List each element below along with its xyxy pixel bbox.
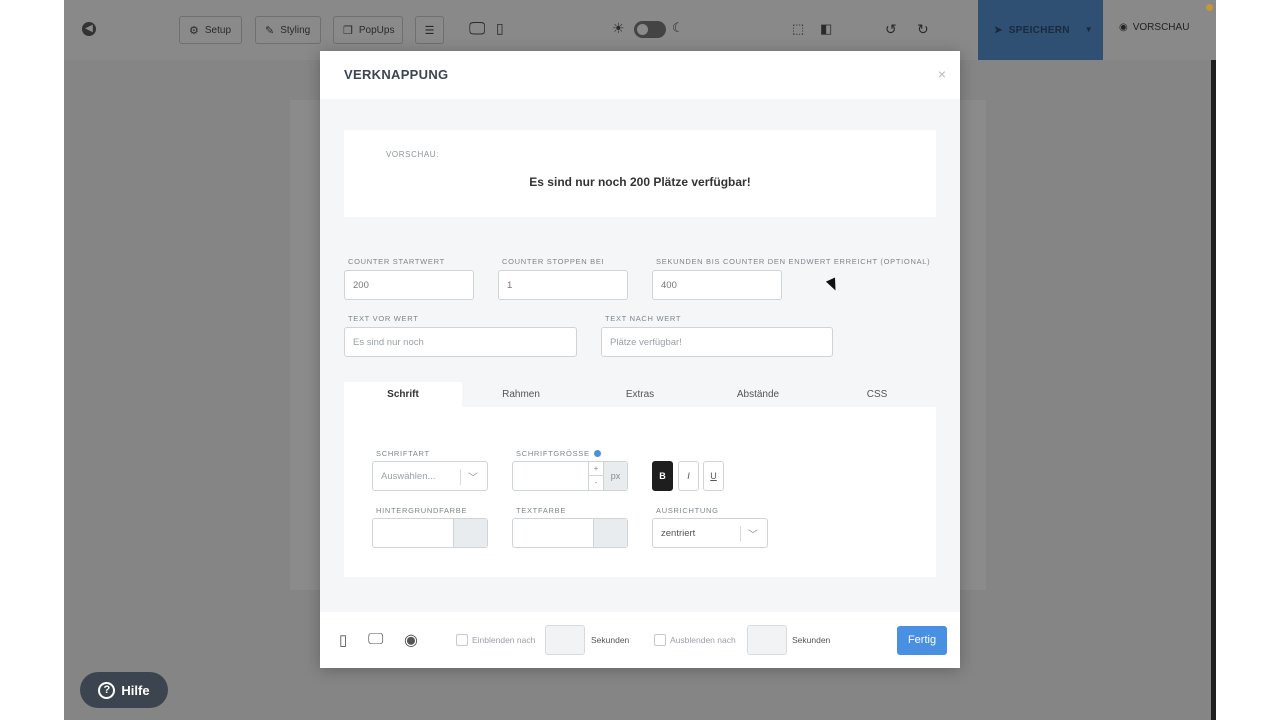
tab-rahmen[interactable]: Rahmen bbox=[462, 382, 580, 407]
question-icon: ? bbox=[98, 681, 116, 699]
alignment-select[interactable]: zentriert ﹀ bbox=[652, 518, 768, 548]
color-swatch[interactable] bbox=[453, 519, 487, 547]
increment-button[interactable]: + bbox=[588, 462, 603, 476]
select-frame-icon[interactable]: ⬚ bbox=[792, 21, 804, 37]
chevron-down-icon[interactable]: ▼ bbox=[1085, 25, 1093, 34]
preview-text: Es sind nur noch 200 Plätze verfügbar! bbox=[529, 175, 751, 189]
underline-button[interactable]: U bbox=[703, 461, 724, 491]
text-after-label: TEXT NACH WERT bbox=[605, 314, 682, 323]
sun-icon: ☀ bbox=[612, 20, 625, 36]
done-button[interactable]: Fertig bbox=[897, 626, 947, 655]
layout-icon[interactable]: ◧ bbox=[820, 21, 832, 37]
font-family-select[interactable]: Auswählen... ﹀ bbox=[372, 461, 488, 491]
hide-after-label: Ausblenden nach bbox=[670, 635, 736, 645]
list-icon: ☰ bbox=[424, 24, 435, 37]
font-tab-panel: SCHRIFTART Auswählen... ﹀ SCHRIFTGRÖSSE … bbox=[344, 407, 936, 577]
preview-button[interactable]: ◉ VORSCHAU bbox=[1119, 22, 1189, 33]
eye-icon: ◉ bbox=[1119, 22, 1128, 33]
counter-start-label: COUNTER STARTWERT bbox=[348, 257, 445, 266]
seconds-input[interactable] bbox=[652, 270, 782, 300]
close-icon[interactable]: × bbox=[938, 66, 946, 82]
eye-icon[interactable]: ◉ bbox=[404, 630, 418, 650]
gears-icon: ⚙ bbox=[189, 24, 199, 37]
text-color-input[interactable] bbox=[512, 518, 628, 548]
counter-stop-input[interactable] bbox=[498, 270, 628, 300]
list-button[interactable]: ☰ bbox=[415, 16, 444, 44]
font-size-label: SCHRIFTGRÖSSE bbox=[516, 449, 601, 458]
counter-stop-label: COUNTER STOPPEN BEI bbox=[502, 257, 605, 266]
show-after-unit: Sekunden bbox=[591, 635, 630, 645]
bg-color-input[interactable] bbox=[372, 518, 488, 548]
seconds-label: SEKUNDEN BIS COUNTER DEN ENDWERT ERREICH… bbox=[656, 257, 931, 266]
italic-button[interactable]: I bbox=[678, 461, 699, 491]
undo-icon[interactable]: ↺ bbox=[885, 21, 897, 38]
hide-after-checkbox[interactable] bbox=[654, 634, 666, 646]
font-family-label: SCHRIFTART bbox=[376, 449, 430, 458]
scarcity-modal: VERKNAPPUNG × VORSCHAU: Es sind nur noch… bbox=[320, 51, 960, 668]
save-button[interactable]: ➤ SPEICHERN ▼ bbox=[978, 0, 1103, 60]
text-before-input[interactable] bbox=[344, 327, 577, 357]
desktop-icon[interactable]: 🖵 bbox=[368, 631, 383, 649]
dark-mode-toggle[interactable] bbox=[634, 21, 666, 38]
preview-box: VORSCHAU: Es sind nur noch 200 Plätze ve… bbox=[344, 130, 936, 217]
info-icon[interactable] bbox=[593, 449, 601, 457]
redo-icon[interactable]: ↻ bbox=[917, 21, 929, 38]
bg-color-label: HINTERGRUNDFARBE bbox=[376, 506, 468, 515]
help-button[interactable]: ? Hilfe bbox=[80, 672, 168, 708]
brush-icon: ✎ bbox=[265, 24, 275, 37]
text-after-input[interactable] bbox=[601, 327, 833, 357]
text-before-label: TEXT VOR WERT bbox=[348, 314, 419, 323]
chevron-down-icon: ﹀ bbox=[748, 530, 758, 541]
preview-label: VORSCHAU: bbox=[386, 150, 439, 159]
modal-footer: ▯ 🖵 ◉ Einblenden nach Sekunden Ausblende… bbox=[320, 612, 960, 668]
hide-after-seconds-input[interactable] bbox=[747, 625, 787, 655]
font-size-stepper[interactable]: + - px bbox=[512, 461, 628, 491]
tab-schrift[interactable]: Schrift bbox=[344, 382, 462, 407]
decrement-button[interactable]: - bbox=[588, 476, 603, 490]
text-color-label: TEXTFARBE bbox=[516, 506, 567, 515]
bold-button[interactable]: B bbox=[652, 461, 673, 491]
tab-extras[interactable]: Extras bbox=[581, 382, 699, 407]
style-tabs: Schrift Rahmen Extras Abstände CSS bbox=[344, 382, 936, 407]
tab-css[interactable]: CSS bbox=[818, 382, 936, 407]
notification-dot bbox=[1206, 4, 1213, 11]
mobile-view-icon[interactable]: ▯ bbox=[496, 20, 504, 37]
show-after-checkbox[interactable] bbox=[456, 634, 468, 646]
moon-icon: ☾ bbox=[672, 20, 684, 35]
counter-start-input[interactable] bbox=[344, 270, 474, 300]
right-panel-edge bbox=[1211, 60, 1216, 720]
back-arrow-icon[interactable]: ◀ bbox=[82, 22, 96, 36]
mobile-icon[interactable]: ▯ bbox=[339, 631, 347, 649]
show-after-label: Einblenden nach bbox=[472, 635, 536, 645]
color-swatch[interactable] bbox=[593, 519, 627, 547]
popups-button[interactable]: ❐ PopUps bbox=[333, 16, 403, 44]
modal-title: VERKNAPPUNG bbox=[344, 67, 449, 82]
desktop-view-icon[interactable]: 🖵 bbox=[469, 19, 485, 39]
show-after-seconds-input[interactable] bbox=[545, 625, 585, 655]
paper-plane-icon: ➤ bbox=[994, 24, 1003, 36]
chevron-down-icon: ﹀ bbox=[468, 473, 478, 484]
window-icon: ❐ bbox=[343, 24, 353, 37]
tab-abstaende[interactable]: Abstände bbox=[699, 382, 817, 407]
modal-header: VERKNAPPUNG × bbox=[320, 51, 960, 99]
setup-button[interactable]: ⚙ Setup bbox=[179, 16, 242, 44]
unit-label: px bbox=[603, 462, 627, 490]
styling-button[interactable]: ✎ Styling bbox=[255, 16, 321, 44]
hide-after-unit: Sekunden bbox=[792, 635, 831, 645]
alignment-label: AUSRICHTUNG bbox=[656, 506, 719, 515]
